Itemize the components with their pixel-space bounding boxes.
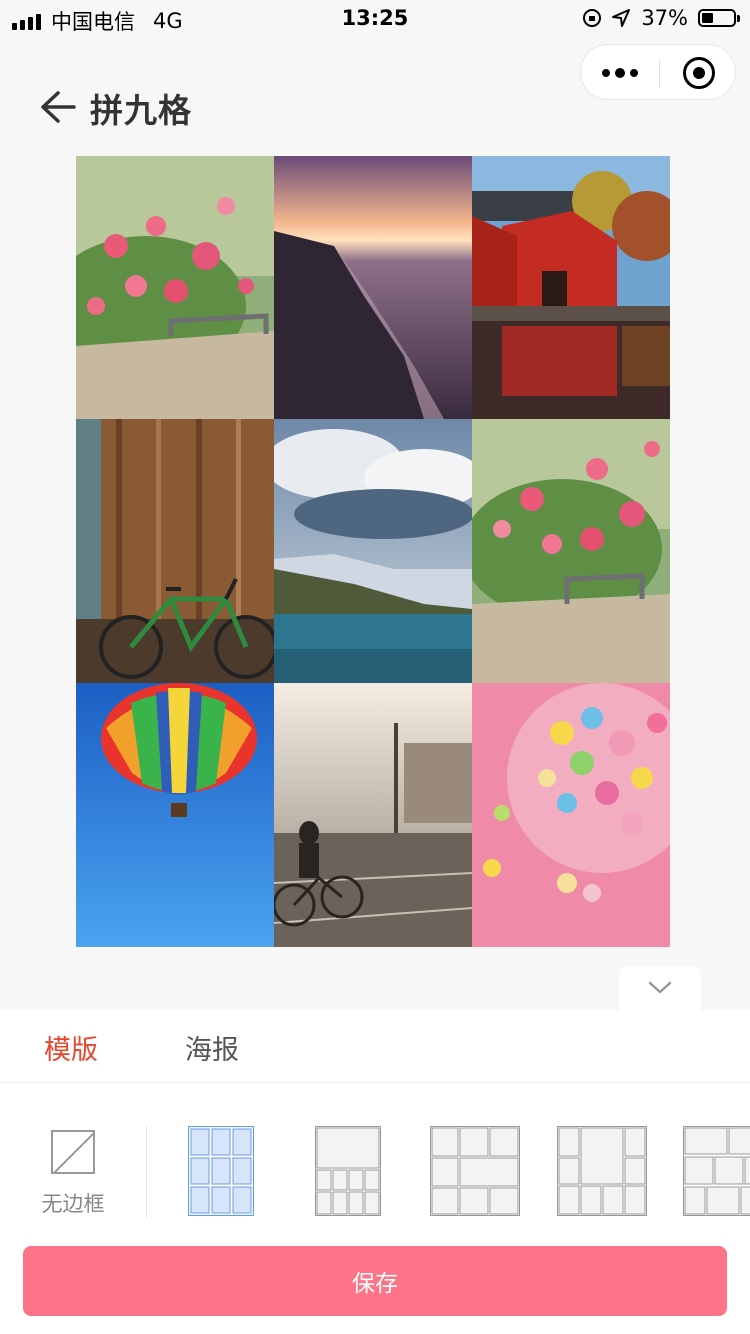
nine-grid-collage: [76, 156, 670, 947]
photo-pink-flowers[interactable]: [76, 156, 274, 419]
photo-candy-cereal[interactable]: [472, 683, 670, 947]
save-button[interactable]: 保存: [23, 1246, 727, 1316]
target-close-icon[interactable]: [660, 45, 737, 101]
photo-wooden-wall-bicycle[interactable]: [76, 419, 274, 683]
location-arrow-icon: [612, 9, 631, 27]
photo-clouds-lake[interactable]: [274, 419, 472, 683]
photo-sunset-coast[interactable]: [274, 156, 472, 419]
tab-poster[interactable]: 海报: [185, 1028, 239, 1067]
no-border-label: 无边框: [41, 1192, 105, 1216]
no-border-icon: [51, 1130, 95, 1174]
arrow-left-icon[interactable]: [36, 86, 80, 130]
layout-divider: [146, 1126, 147, 1218]
panel-tabs: 模版 海报: [0, 1010, 750, 1083]
miniprogram-capsule: [580, 44, 736, 100]
rotation-lock-icon: [583, 9, 602, 27]
battery-fill: [702, 13, 714, 23]
photo-cyclist-street[interactable]: [274, 683, 472, 947]
more-dots-icon[interactable]: [581, 45, 659, 101]
photo-red-house[interactable]: [472, 156, 670, 419]
page-title: 拼九格: [90, 91, 192, 130]
tab-template[interactable]: 模版: [44, 1028, 98, 1067]
status-right: 37%: [583, 6, 740, 30]
layout-big-top-small-bottom[interactable]: [315, 1126, 381, 1216]
editor-panel: 模版 海报 无边框 保存: [0, 1010, 750, 1334]
layout-brick-rows[interactable]: [683, 1126, 750, 1216]
battery-percent: 37%: [641, 6, 688, 30]
collapse-panel-button[interactable]: [619, 966, 701, 1010]
photo-hot-air-balloon[interactable]: [76, 683, 274, 947]
no-border-option[interactable]: 无边框: [36, 1130, 110, 1218]
photo-pink-flowers-2[interactable]: [472, 419, 670, 683]
layout-three-rows-mixed[interactable]: [430, 1126, 520, 1216]
layout-selector: 无边框: [0, 1122, 750, 1232]
status-bar: 中国电信 4G 13:25 37%: [0, 0, 750, 40]
layout-big-center-frame[interactable]: [557, 1126, 647, 1216]
chevron-down-icon: [648, 981, 672, 994]
battery-icon: [698, 9, 740, 27]
layout-grid-3x3[interactable]: [188, 1126, 254, 1216]
